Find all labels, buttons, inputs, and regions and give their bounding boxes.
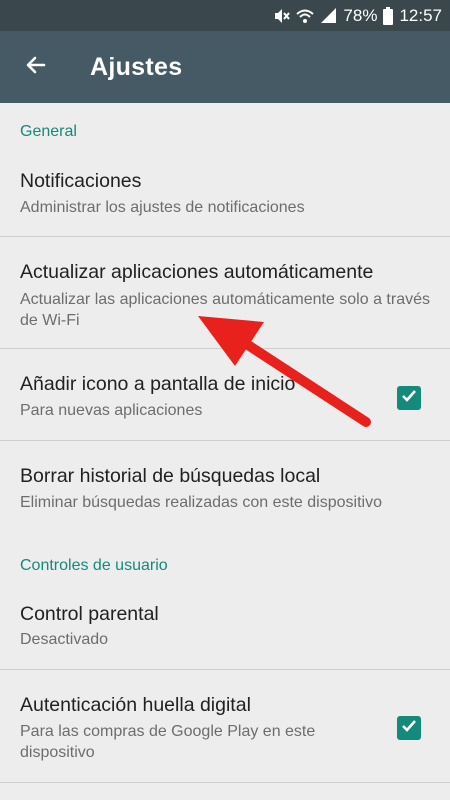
arrow-back-icon (24, 53, 48, 82)
settings-list: General Notificaciones Administrar los a… (0, 103, 450, 800)
signal-icon (320, 7, 337, 24)
setting-title: Autenticación huella digital (20, 694, 251, 716)
checkbox-autenticacion-huella[interactable] (397, 716, 421, 740)
check-icon (400, 717, 418, 740)
setting-subtitle: Para nuevas aplicaciones (20, 402, 203, 419)
status-bar: 78% 12:57 (0, 0, 450, 31)
setting-actualizar-aplicaciones[interactable]: Actualizar aplicaciones automáticamente … (0, 237, 450, 347)
setting-notificaciones[interactable]: Notificaciones Administrar los ajustes d… (0, 147, 450, 235)
setting-subtitle: Eliminar búsquedas realizadas con este d… (20, 494, 382, 511)
wifi-icon (296, 7, 315, 25)
setting-title: Borrar historial de búsquedas local (20, 465, 321, 487)
mute-icon (272, 7, 291, 25)
divider (0, 782, 450, 783)
status-icons: 78% 12:57 (272, 0, 442, 31)
setting-title: Control parental (20, 603, 159, 625)
setting-title: Añadir icono a pantalla de inicio (20, 373, 296, 395)
setting-subtitle: Actualizar las aplicaciones automáticame… (20, 291, 430, 329)
setting-title: Notificaciones (20, 170, 142, 192)
setting-subtitle: Desactivado (20, 631, 109, 648)
setting-control-parental[interactable]: Control parental Desactivado (0, 581, 450, 669)
checkbox-anadir-icono[interactable] (397, 386, 421, 410)
setting-anadir-icono[interactable]: Añadir icono a pantalla de inicio Para n… (0, 349, 450, 439)
page-title: Ajustes (90, 53, 183, 81)
app-bar: Ajustes (0, 31, 450, 103)
check-icon (400, 387, 418, 410)
back-button[interactable] (18, 49, 54, 85)
setting-autenticacion-huella[interactable]: Autenticación huella digital Para las co… (0, 670, 450, 782)
battery-percent: 78% (343, 5, 378, 25)
setting-subtitle: Administrar los ajustes de notificacione… (20, 199, 305, 216)
setting-subtitle: Para las compras de Google Play en este … (20, 723, 316, 761)
section-header-controles: Controles de usuario (20, 557, 168, 574)
status-time: 12:57 (399, 5, 442, 25)
setting-borrar-historial[interactable]: Borrar historial de búsquedas local Elim… (0, 441, 450, 531)
setting-title: Actualizar aplicaciones automáticamente (20, 261, 374, 283)
battery-icon (383, 6, 394, 25)
section-header-general: General (20, 123, 77, 140)
